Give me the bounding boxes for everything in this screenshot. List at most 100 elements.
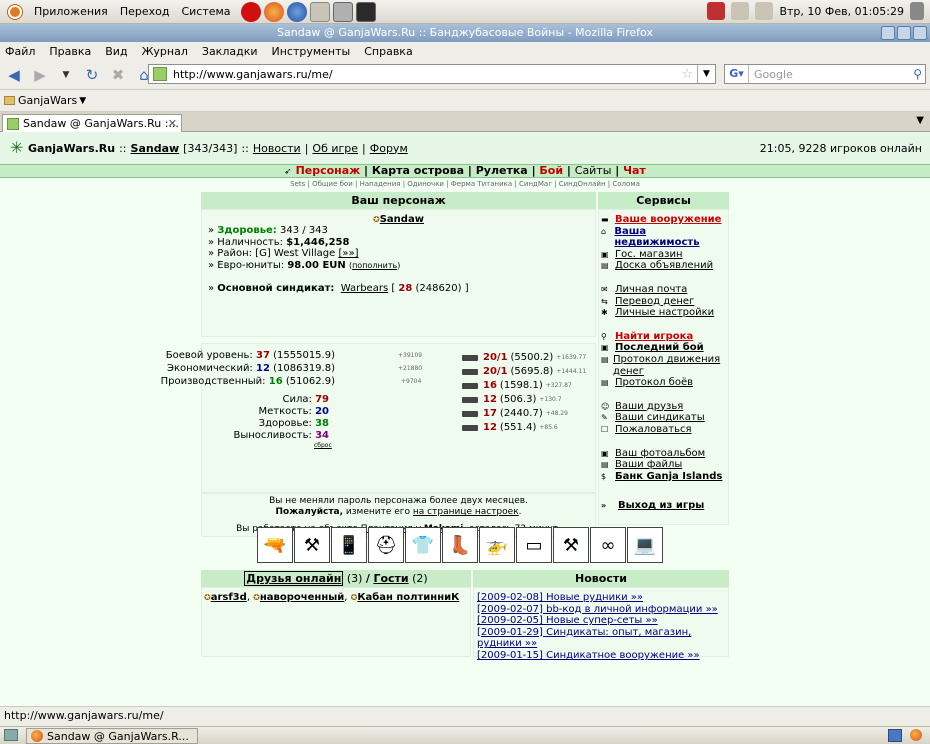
reset-link[interactable]: сброс <box>314 442 332 449</box>
search-bar[interactable]: G▾ Google ⚲ <box>724 64 926 84</box>
menu-view[interactable]: Вид <box>105 45 127 58</box>
update-notifier-icon[interactable] <box>707 2 726 20</box>
subnav-general-battles[interactable]: Общие бои <box>312 180 353 188</box>
google-engine-icon[interactable]: G▾ <box>725 65 749 83</box>
shutdown-icon[interactable] <box>910 2 924 20</box>
taskbar-firefox-window[interactable]: Sandaw @ GanjaWars.R... <box>26 728 198 744</box>
subnav-titanic-farm[interactable]: Ферма Титаника <box>451 180 512 188</box>
nav-sites[interactable]: Сайты <box>575 164 612 177</box>
service-item[interactable]: ▣ Гос. магазин <box>601 249 728 261</box>
settings-page-link[interactable]: на странице настроек <box>413 507 519 517</box>
subnav-syndonline[interactable]: СиндОнлайн <box>559 180 606 188</box>
menu-places[interactable]: Переход <box>120 5 170 18</box>
laptop-item-icon[interactable]: 💻 <box>627 527 663 563</box>
subnav-attacks[interactable]: Нападения <box>360 180 401 188</box>
friend-link[interactable]: arsf3d <box>211 592 247 603</box>
service-item[interactable]: ✎ Ваши синдикаты <box>601 412 728 424</box>
menu-tools[interactable]: Инструменты <box>272 45 351 58</box>
syndicate-link[interactable]: Warbears <box>341 283 388 294</box>
pda-item-icon[interactable]: ▭ <box>516 527 552 563</box>
exit-game-link[interactable]: » Выход из игры <box>601 500 728 512</box>
character-name[interactable]: Sandaw <box>380 214 424 225</box>
nav-island-map[interactable]: Карта острова <box>372 164 464 177</box>
service-item[interactable]: ▣ Последний бой <box>601 342 728 354</box>
nav-chat[interactable]: Чат <box>623 164 646 177</box>
user-link[interactable]: Sandaw <box>131 142 180 155</box>
shovel-item-icon[interactable]: ⚒ <box>553 527 589 563</box>
service-item[interactable]: ✉ Личная почта <box>601 284 728 296</box>
system-monitor-launcher-icon[interactable] <box>355 1 376 22</box>
menu-bookmarks[interactable]: Закладки <box>202 45 258 58</box>
friend-link[interactable]: Кабан полтинниК <box>357 592 459 603</box>
stop-icon[interactable]: ✖ <box>108 65 128 85</box>
nav-battle[interactable]: Бой <box>539 164 563 177</box>
firefox-launcher-icon[interactable] <box>263 1 284 22</box>
bookmark-star-icon[interactable]: ☆ <box>681 67 693 82</box>
friends-online-link[interactable]: Друзья онлайн <box>244 571 344 586</box>
friend-link[interactable]: навороченный <box>260 592 344 603</box>
clock[interactable]: Втр, 10 Фев, 01:05:29 <box>779 5 904 18</box>
service-item[interactable]: ▣ Ваш фотоальбом <box>601 448 728 460</box>
service-item[interactable]: ☐ Пожаловаться <box>601 424 728 436</box>
tab-list-icon[interactable]: ▼ <box>916 115 924 126</box>
history-dropdown-icon[interactable]: ▼ <box>56 65 76 85</box>
service-item[interactable]: ✱ Личные настройки <box>601 307 728 319</box>
service-item[interactable]: ⌂ Ваша недвижимость <box>601 226 728 249</box>
search-icon[interactable]: ⚲ <box>913 67 922 81</box>
home-folder-launcher-icon[interactable] <box>309 1 330 22</box>
nav-character[interactable]: Персонаж <box>296 164 361 177</box>
news-item[interactable]: [2009-02-07] bb-код в личной информации … <box>477 604 718 615</box>
news-item[interactable]: [2009-02-05] Новые супер-сеты »» <box>477 615 658 626</box>
calculator-launcher-icon[interactable] <box>332 1 353 22</box>
maximize-button[interactable] <box>897 26 911 40</box>
service-item[interactable]: ▤ Протокол боёв <box>601 377 728 389</box>
rifle-item-icon[interactable]: 🔫 <box>257 527 293 563</box>
service-item[interactable]: ☺ Ваши друзья <box>601 401 728 413</box>
menu-applications[interactable]: Приложения <box>34 5 108 18</box>
helicopter-item-icon[interactable]: 🚁 <box>479 527 515 563</box>
guests-link[interactable]: Гости <box>373 572 408 585</box>
service-item[interactable]: ⇆ Перевод денег <box>601 296 728 308</box>
boots-item-icon[interactable]: 👢 <box>442 527 478 563</box>
subnav-sets[interactable]: Sets <box>290 180 305 188</box>
subnav-straw[interactable]: Солома <box>612 180 640 188</box>
tab-sandaw[interactable]: Sandaw @ GanjaWars.Ru :... ✕ <box>2 114 182 132</box>
menu-history[interactable]: Журнал <box>142 45 188 58</box>
phone-item-icon[interactable]: 📱 <box>331 527 367 563</box>
service-item[interactable]: ⚲ Найти игрока <box>601 331 728 343</box>
window-titlebar[interactable]: Sandaw @ GanjaWars.Ru :: Банджубасовые В… <box>0 24 930 42</box>
thunderbird-launcher-icon[interactable] <box>286 1 307 22</box>
menu-edit[interactable]: Правка <box>49 45 91 58</box>
forward-arrow-icon[interactable]: ▶ <box>30 65 50 85</box>
news-link[interactable]: Новости <box>253 142 301 155</box>
reload-icon[interactable]: ↻ <box>82 65 102 85</box>
chevron-down-icon[interactable]: ▼ <box>79 96 86 106</box>
firefox-tray-icon[interactable] <box>910 729 922 741</box>
news-item[interactable]: [2009-01-29] Синдикаты: опыт, магазин, р… <box>477 627 691 650</box>
forum-link[interactable]: Форум <box>370 142 408 155</box>
menu-file[interactable]: Файл <box>5 45 35 58</box>
menu-system[interactable]: Система <box>181 5 230 18</box>
nav-roulette[interactable]: Рулетка <box>476 164 528 177</box>
url-dropdown-icon[interactable]: ▼ <box>697 65 715 83</box>
minimize-button[interactable] <box>881 26 895 40</box>
subnav-singles[interactable]: Одиночки <box>407 180 444 188</box>
menu-help[interactable]: Справка <box>364 45 412 58</box>
workspace-icon[interactable] <box>888 729 902 742</box>
news-item[interactable]: [2009-02-08] Новые рудники »» <box>477 592 643 603</box>
close-window-button[interactable] <box>913 26 927 40</box>
helmet-item-icon[interactable]: ⛑ <box>368 527 404 563</box>
suit-item-icon[interactable]: 👕 <box>405 527 441 563</box>
machine-gun-item-icon[interactable]: ⚒ <box>294 527 330 563</box>
topup-link[interactable]: пополнить <box>352 261 397 270</box>
bookmark-folder-ganjawars[interactable]: GanjaWars <box>18 94 77 107</box>
url-bar[interactable]: http://www.ganjawars.ru/me/ ☆ ▼ <box>148 64 716 84</box>
about-link[interactable]: Об игре <box>312 142 358 155</box>
network-icon[interactable] <box>731 2 750 20</box>
binoculars-item-icon[interactable]: ∞ <box>590 527 626 563</box>
service-item[interactable]: ▤ Протокол движения денег <box>601 354 728 377</box>
volume-icon[interactable] <box>755 2 774 20</box>
service-item[interactable]: $ Банк Ganja Islands <box>601 471 728 483</box>
search-input[interactable]: Google <box>754 68 793 81</box>
service-item[interactable]: ▤ Ваши файлы <box>601 459 728 471</box>
